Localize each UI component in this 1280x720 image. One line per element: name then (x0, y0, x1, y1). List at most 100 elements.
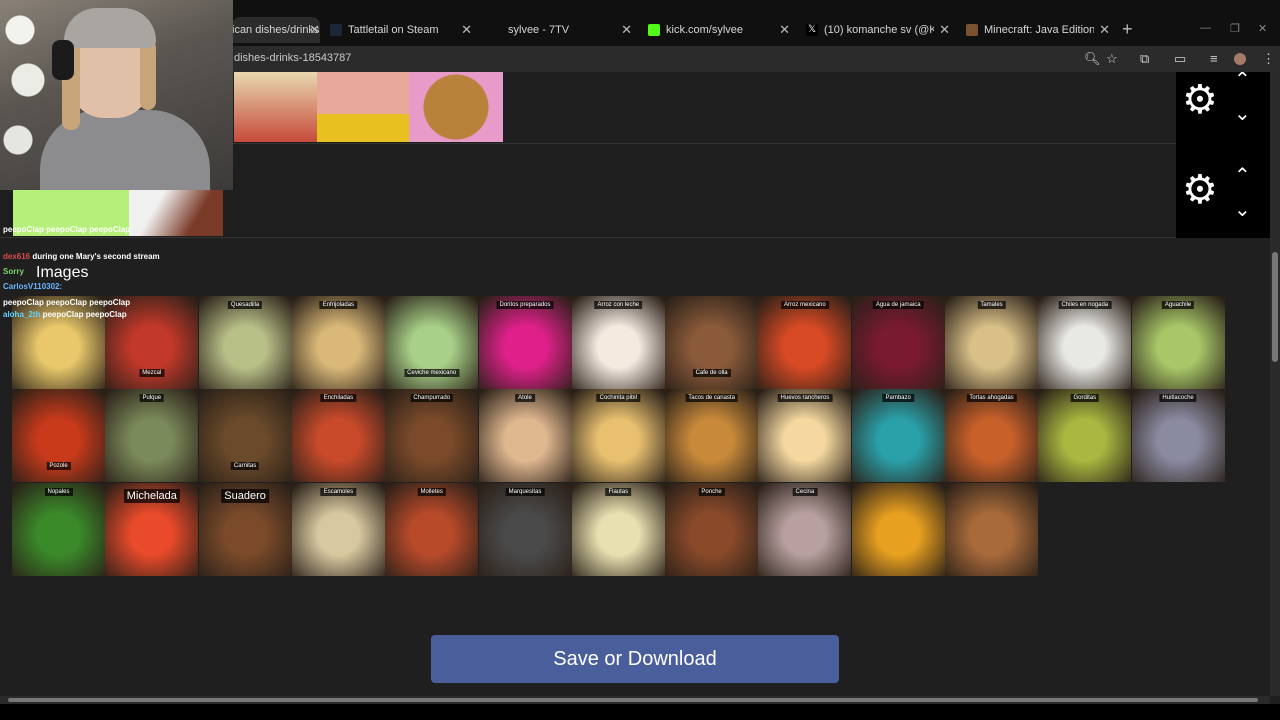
food-image-tile[interactable] (945, 482, 1038, 576)
food-image-tile[interactable]: Champurrado (385, 389, 479, 483)
gear-icon[interactable]: ⚙ (1182, 170, 1218, 210)
thumb-palanqueta[interactable] (409, 72, 503, 142)
tab-mexican-dishes[interactable]: ican dishes/drinks ✕ (232, 17, 320, 43)
bookmark-star-icon[interactable]: ☆ (1106, 51, 1118, 67)
food-image-label: Pulque (139, 394, 165, 403)
food-image-tile[interactable]: Tacos de canasta (665, 389, 759, 483)
close-tab-icon[interactable]: ✕ (461, 22, 472, 38)
tab-x-komanche[interactable]: 𝕏 (10) komanche sv (@Komanch ✕ (806, 17, 950, 43)
food-image-label: Enfrijoladas (319, 301, 358, 309)
chevron-up-icon[interactable]: ⌃ (1234, 166, 1251, 186)
chat-message: peepoClap peepoClap peepoClap (3, 298, 131, 307)
food-image-tile[interactable]: Pulque (105, 389, 199, 483)
thumb-el-gordo[interactable] (317, 72, 410, 142)
food-image-tile[interactable]: Pambazo (851, 389, 945, 483)
scrollbar-thumb[interactable] (1272, 252, 1278, 362)
row1-controls: ⚙ ⌃ ⌄ (1176, 72, 1270, 144)
save-or-download-button[interactable]: Save or Download (431, 635, 839, 683)
webcam-overlay (0, 0, 233, 190)
food-image-tile[interactable]: Arroz con leche (571, 296, 665, 389)
food-image-tile[interactable] (851, 482, 945, 576)
food-image-tile[interactable]: Suadero (198, 482, 292, 576)
food-image-tile[interactable]: Atole (478, 389, 572, 483)
food-image-tile[interactable]: Chiles en nogada (1038, 296, 1132, 389)
url-field[interactable]: dishes-drinks-18543787 (234, 52, 351, 64)
food-image-tile[interactable]: Molletes (385, 482, 479, 576)
food-image-tile[interactable]: Flautas (571, 482, 665, 576)
food-image-label: Gorditas (1070, 394, 1100, 403)
food-image-label: Carnitas (230, 462, 260, 471)
maximize-icon[interactable]: ❐ (1230, 22, 1240, 35)
food-image-tile[interactable]: Michelada (105, 482, 199, 576)
new-tab-icon[interactable]: + (1122, 19, 1133, 40)
food-image-tile[interactable]: Aguachile (1131, 296, 1225, 389)
food-image-tile[interactable]: Doritos preparados (478, 296, 572, 389)
minimize-icon[interactable]: — (1200, 22, 1211, 34)
extensions-icon[interactable]: ⧉ (1140, 51, 1149, 67)
food-image-tile[interactable]: Marquesitas (478, 482, 572, 576)
chevron-down-icon[interactable]: ⌄ (1234, 104, 1251, 124)
food-image-label: Tortas ahogadas (966, 394, 1017, 403)
tab-label: ican dishes/drinks (232, 24, 320, 36)
close-tab-icon[interactable]: ✕ (1099, 22, 1110, 38)
food-image-label: Agua de jamaica (872, 301, 924, 309)
food-image-label: Michelada (123, 488, 180, 503)
food-image-label: Escamoles (320, 487, 357, 496)
chat-message: dex616 during one Mary's second stream (3, 252, 160, 261)
streamer-beanie (64, 8, 156, 48)
tab-label: sylvee - 7TV (508, 24, 570, 36)
scrollbar-thumb[interactable] (8, 698, 1258, 702)
food-image-tile[interactable]: Huevos rancheros (758, 389, 852, 483)
food-image-tile[interactable]: Ponche (665, 482, 759, 576)
headset-icon (52, 40, 74, 80)
food-image-label: Suadero (221, 488, 269, 503)
close-tab-icon[interactable]: ✕ (621, 22, 632, 38)
close-tab-icon[interactable]: ✕ (939, 22, 950, 38)
minecraft-icon (966, 24, 978, 36)
close-tab-icon[interactable]: ✕ (309, 22, 320, 38)
chevron-up-icon[interactable]: ⌃ (1234, 72, 1251, 90)
food-image-label: Ceviche mexicano (404, 369, 460, 377)
food-image-tile[interactable]: Tamales (945, 296, 1038, 389)
food-image-label: Tamales (977, 301, 1006, 309)
zoom-icon[interactable]: 🔍︎ (1084, 51, 1101, 67)
gear-icon[interactable]: ⚙ (1182, 80, 1218, 120)
thumb-de-la-rosa[interactable] (234, 72, 318, 142)
food-image-tile[interactable]: Cochinita pibil (571, 389, 665, 483)
food-image-tile[interactable]: Huitlacoche (1131, 389, 1225, 483)
food-image-tile[interactable]: Ceviche mexicano (385, 296, 479, 389)
chevron-down-icon[interactable]: ⌄ (1234, 200, 1251, 220)
cast-icon[interactable]: ▭ (1174, 51, 1186, 67)
food-image-tile[interactable]: Escamoles (291, 482, 385, 576)
tab-minecraft[interactable]: Minecraft: Java Edition - Speed ✕ (966, 17, 1110, 43)
horizontal-scrollbar[interactable] (0, 696, 1270, 704)
food-image-tile[interactable]: Cecina (758, 482, 852, 576)
close-window-icon[interactable]: ✕ (1258, 22, 1267, 35)
food-image-label: Tacos de canasta (685, 394, 738, 403)
food-image-tile[interactable]: Enchiladas (291, 389, 385, 483)
kick-icon (648, 24, 660, 36)
profile-avatar[interactable] (1234, 53, 1246, 65)
close-tab-icon[interactable]: ✕ (779, 22, 790, 38)
food-image-tile[interactable]: Arroz mexicano (758, 296, 852, 389)
food-image-tile[interactable]: Enfrijoladas (291, 296, 385, 389)
chat-overlay: peepoClap peepoClap peepoClap dex616 dur… (0, 190, 240, 390)
food-image-tile[interactable]: Nopales (12, 482, 105, 576)
row2-controls: ⚙ ⌃ ⌄ (1176, 144, 1270, 238)
food-image-label: Huitlacoche (1159, 394, 1197, 403)
food-image-tile[interactable]: Agua de jamaica (851, 296, 945, 389)
food-image-tile[interactable]: Pozole (12, 389, 105, 483)
food-image-tile[interactable]: Carnitas (198, 389, 292, 483)
menu-icon[interactable]: ⋮ (1262, 51, 1275, 67)
food-image-tile[interactable]: Gorditas (1038, 389, 1132, 483)
vertical-scrollbar[interactable] (1270, 72, 1280, 696)
tab-tattletail[interactable]: Tattletail on Steam ✕ (330, 17, 472, 43)
food-image-tile[interactable]: Cafe de olla (665, 296, 759, 389)
tab-kick[interactable]: kick.com/sylvee ✕ (648, 17, 790, 43)
media-icon[interactable]: ≡ (1210, 51, 1218, 66)
chat-message: peepoClap peepoClap peepoClap (3, 225, 131, 234)
tab-7tv[interactable]: sylvee - 7TV ✕ (490, 17, 632, 43)
food-image-label: Champurrado (410, 394, 454, 403)
food-image-label: Aguachile (1161, 301, 1195, 309)
food-image-tile[interactable]: Tortas ahogadas (945, 389, 1038, 483)
